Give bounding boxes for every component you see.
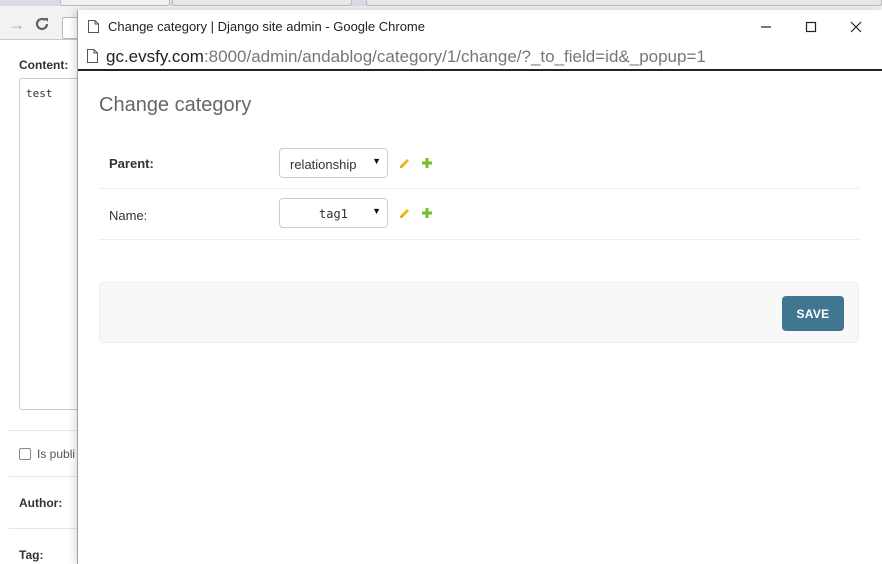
name-label: Name: xyxy=(109,208,148,223)
pencil-icon[interactable] xyxy=(397,156,411,170)
content-label: Content: xyxy=(19,58,69,72)
is-published-checkbox[interactable] xyxy=(19,448,31,460)
close-icon xyxy=(850,21,862,33)
page-title: Change category xyxy=(99,94,252,116)
is-published-label: Is publi xyxy=(37,447,76,461)
plus-icon[interactable] xyxy=(420,206,434,220)
url-host: gc.evsfy.com xyxy=(106,47,204,66)
plus-icon[interactable] xyxy=(420,156,434,170)
popup-window: Change category | Django site admin - Go… xyxy=(77,10,882,564)
forward-icon[interactable]: → xyxy=(8,16,25,33)
parent-select-value: relationship xyxy=(290,157,357,172)
popup-address-bar[interactable]: gc.evsfy.com:8000/admin/andablog/categor… xyxy=(78,43,882,71)
page-icon xyxy=(88,20,99,33)
minimize-icon xyxy=(761,26,771,28)
content-textarea-value: test xyxy=(26,87,53,100)
dropdown-arrow-icon: ▼ xyxy=(372,156,381,166)
dropdown-arrow-icon: ▼ xyxy=(372,206,381,216)
page-info-icon[interactable] xyxy=(87,49,98,63)
popup-window-title: Change category | Django site admin - Go… xyxy=(108,19,425,34)
save-button[interactable]: SAVE xyxy=(782,296,844,331)
popup-title-bar[interactable]: Change category | Django site admin - Go… xyxy=(78,10,882,43)
parent-label: Parent: xyxy=(109,156,154,171)
name-select-value: tag1 xyxy=(319,207,348,221)
close-button[interactable] xyxy=(842,15,870,39)
maximize-button[interactable] xyxy=(797,15,825,39)
submit-row: SAVE xyxy=(99,282,859,343)
name-select[interactable]: tag1 ▼ xyxy=(279,198,388,228)
reload-icon[interactable] xyxy=(34,16,50,35)
parent-select[interactable]: relationship ▼ xyxy=(279,148,388,178)
maximize-icon xyxy=(805,21,817,33)
minimize-button[interactable] xyxy=(752,15,780,39)
popup-url[interactable]: gc.evsfy.com:8000/admin/andablog/categor… xyxy=(106,47,706,67)
pencil-icon[interactable] xyxy=(397,206,411,220)
url-path: :8000/admin/andablog/category/1/change/?… xyxy=(203,47,706,66)
author-label: Author: xyxy=(19,496,63,510)
form-row-parent: Parent: relationship ▼ xyxy=(99,138,859,189)
tag-label: Tag: xyxy=(19,548,44,562)
form-row-name: Name: tag1 ▼ xyxy=(99,189,859,240)
